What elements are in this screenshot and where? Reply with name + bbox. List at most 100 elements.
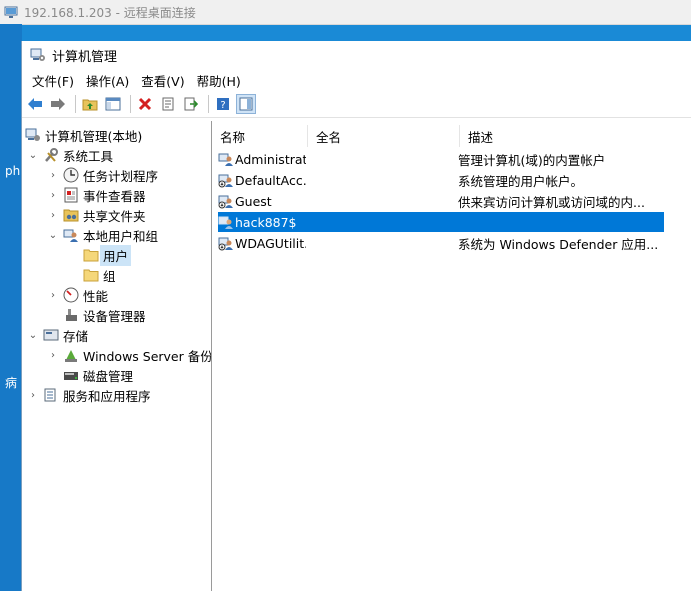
tree-item-windows-server-backup[interactable]: › Windows Server 备份 [47,345,211,365]
chevron-right-icon[interactable]: › [47,210,59,221]
chevron-down-icon[interactable]: ⌄ [27,150,39,161]
shared-folder-icon [63,207,79,223]
computer-management-icon [30,48,45,61]
back-arrow-icon [28,98,42,110]
device-manager-icon [63,307,79,323]
tree-item-performance[interactable]: › 性能 [47,285,108,305]
chevron-down-icon[interactable]: ⌄ [47,230,59,241]
console-tree: 计算机管理(本地) ⌄ 系统工具 › 任务计划程序 › 事件查看器 › 共享文件… [22,121,212,591]
window-title-bar[interactable]: 计算机管理 [22,41,691,69]
menu-bar: 文件(F) 操作(A) 查看(V) 帮助(H) [22,69,691,91]
forward-button[interactable] [48,94,68,114]
column-header-fullname[interactable]: 全名 [308,125,460,147]
user-name: Administrat... [235,151,306,167]
user-description: 管理计算机(域)的内置帐户 [458,152,606,168]
user-description: 系统管理的用户帐户。 [458,173,584,189]
menu-action[interactable]: 操作(A) [80,71,135,90]
export-icon [184,97,198,111]
tree-item-label: 组 [103,268,116,284]
tree-item-services-apps[interactable]: › 服务和应用程序 [27,385,151,405]
user-description: 系统为 Windows Defender 应用... [458,236,659,252]
desktop-icon-label[interactable]: 病 [5,374,17,391]
clock-icon [63,167,79,183]
tree-item-system-tools[interactable]: ⌄ 系统工具 [27,145,113,165]
tree-item-root[interactable]: 计算机管理(本地) [25,125,142,145]
tree-item-label: 用户 [100,244,132,266]
user-row[interactable]: Administrat... 管理计算机(域)的内置帐户 [218,149,664,169]
tree-item-local-users-groups[interactable]: ⌄ 本地用户和组 [47,225,158,245]
help-icon: ? [217,98,229,111]
chevron-down-icon[interactable]: ⌄ [27,330,39,341]
column-header-label: 名称 [220,129,246,145]
up-level-button[interactable] [80,94,100,114]
help-button[interactable]: ? [213,94,233,114]
chevron-right-icon[interactable]: › [47,190,59,201]
tree-item-label: 事件查看器 [83,188,146,204]
menu-help[interactable]: 帮助(H) [191,71,247,90]
user-row-selected[interactable]: hack887$ [218,212,664,232]
user-name: WDAGUtilit... [235,235,306,251]
event-log-icon [63,187,79,203]
menu-file[interactable]: 文件(F) [26,71,80,90]
user-row[interactable]: WDAGUtilit... 系统为 Windows Defender 应用... [218,233,664,253]
toolbar-separator [75,95,76,113]
chevron-right-icon[interactable]: › [47,170,59,181]
remote-desktop-icon [4,6,18,18]
back-button[interactable] [25,94,45,114]
forward-arrow-icon [51,98,65,110]
user-name: Guest [235,193,272,209]
storage-icon [43,327,59,343]
action-pane-button[interactable] [236,94,256,114]
user-description: 供来宾访问计算机或访问域的内... [458,194,645,210]
user-name: DefaultAcc... [235,172,306,188]
column-header-description[interactable]: 描述 [460,125,664,147]
user-account-icon [218,153,233,166]
user-row[interactable]: DefaultAcc... 系统管理的用户帐户。 [218,170,664,190]
desktop-icon-label[interactable]: ph [5,164,20,178]
window-title: 计算机管理 [52,49,118,65]
tree-item-disk-management[interactable]: 磁盘管理 [47,365,133,385]
delete-button[interactable] [135,94,155,114]
computer-management-icon [25,127,41,143]
chevron-right-icon[interactable]: › [47,290,59,301]
tree-item-label: 性能 [83,288,109,304]
main-panes: 计算机管理(本地) ⌄ 系统工具 › 任务计划程序 › 事件查看器 › 共享文件… [22,121,691,591]
tree-item-shared-folders[interactable]: › 共享文件夹 [47,205,146,225]
console-tree-icon [105,97,121,111]
tree-item-task-scheduler[interactable]: › 任务计划程序 [47,165,158,185]
chevron-right-icon[interactable]: › [27,390,39,401]
svg-text:?: ? [220,100,225,111]
tree-item-users[interactable]: 用户 [67,244,132,266]
tree-item-groups[interactable]: 组 [67,265,116,285]
disabled-user-account-icon [218,237,233,251]
tree-item-device-manager[interactable]: 设备管理器 [47,305,146,325]
chevron-right-icon[interactable]: › [47,350,59,361]
rdp-title: 192.168.1.203 - 远程桌面连接 [24,5,196,20]
folder-icon [83,247,99,263]
performance-gauge-icon [63,287,79,303]
tree-item-label: 设备管理器 [83,308,146,324]
computer-management-window: 计算机管理 文件(F) 操作(A) 查看(V) 帮助(H) ? 计算机管理(本地… [21,41,691,591]
tree-item-label: 任务计划程序 [83,168,159,184]
tree-item-label: 计算机管理(本地) [45,128,143,144]
properties-icon [162,97,174,111]
tree-item-storage[interactable]: ⌄ 存储 [27,325,88,345]
users-group-icon [63,227,79,243]
show-hide-tree-button[interactable] [103,94,123,114]
delete-x-icon [138,97,152,111]
user-name: hack887$ [235,214,297,230]
menu-view[interactable]: 查看(V) [135,71,190,90]
user-row[interactable]: Guest 供来宾访问计算机或访问域的内... [218,191,664,211]
column-header-label: 描述 [468,129,494,145]
tree-item-label: 服务和应用程序 [63,388,151,404]
rdp-title-bar[interactable]: 192.168.1.203 - 远程桌面连接 [0,0,691,25]
column-header-label: 全名 [316,129,342,145]
tree-item-event-viewer[interactable]: › 事件查看器 [47,185,146,205]
desktop-background: ph 病 [0,24,22,591]
tree-item-label: 本地用户和组 [83,228,159,244]
column-header-name[interactable]: 名称 [212,125,308,147]
backup-icon [63,347,79,363]
export-list-button[interactable] [181,94,201,114]
disabled-user-account-icon [218,195,233,209]
properties-button[interactable] [158,94,178,114]
